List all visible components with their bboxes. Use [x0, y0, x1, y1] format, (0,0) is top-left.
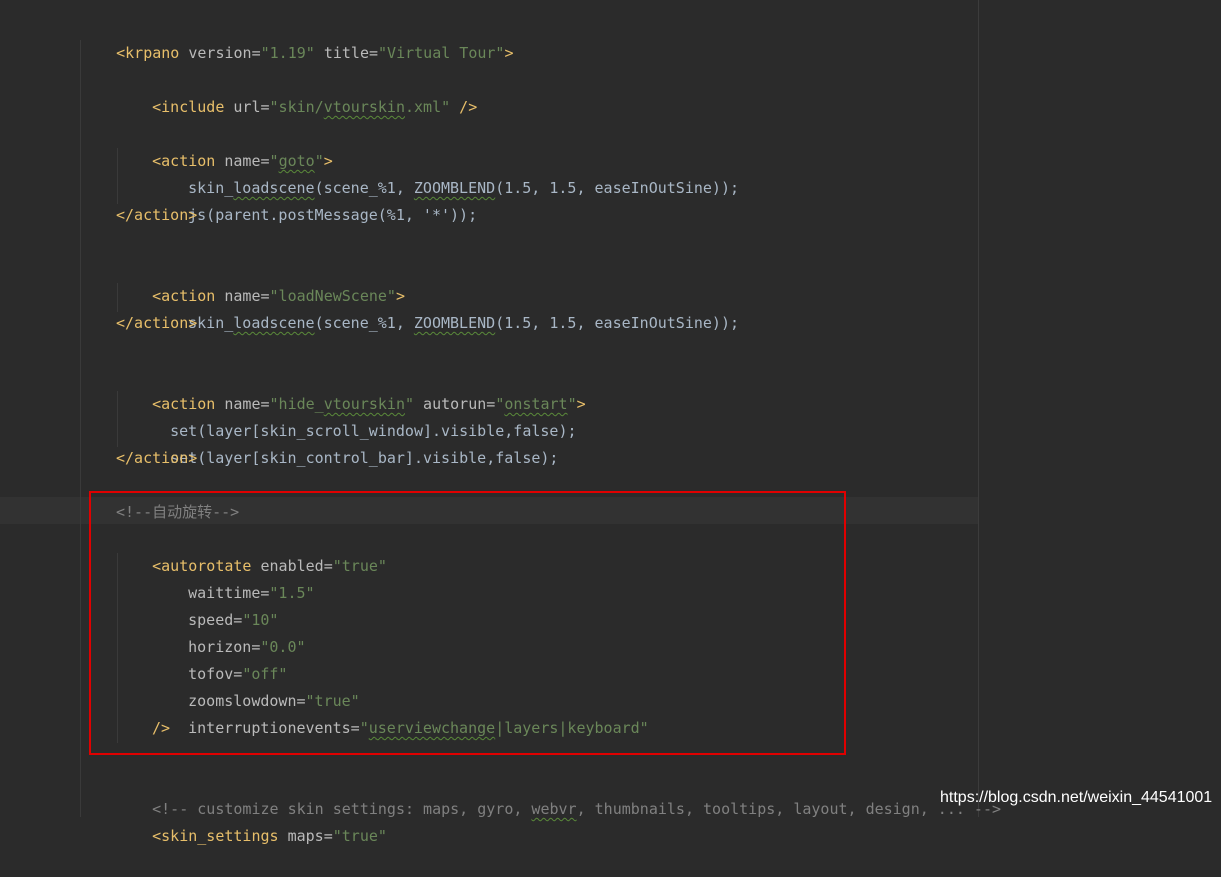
code-line-action-hide-vtourskin[interactable]: <action name="hide_vtourskin" autorun="o… [116, 364, 586, 413]
code-line-action-loadnewscene[interactable]: <action name="loadNewScene"> [116, 256, 405, 305]
code-line-set-scroll-window[interactable]: set(layer[skin_scroll_window].visible,fa… [134, 391, 576, 440]
code-line-horizon[interactable]: horizon="0.0" [152, 607, 305, 656]
code-line-autorotate-close[interactable]: /> [152, 715, 170, 742]
watermark: https://blog.csdn.net/weixin_44541001 [940, 789, 1213, 806]
code-line-comment-autorotate[interactable]: <!--自动旋转--> [116, 499, 239, 526]
code-line-action-close[interactable]: </action> [116, 202, 197, 229]
code-editor[interactable]: <krpano version="1.19" title="Virtual To… [0, 0, 1221, 845]
code-line-waittime[interactable]: waittime="1.5" [152, 553, 314, 602]
right-margin-guide [978, 0, 979, 817]
code-line-krpano[interactable]: <krpano version="1.19" title="Virtual To… [80, 13, 513, 62]
indent-guide [80, 40, 81, 817]
code-line-action-goto[interactable]: <action name="goto"> [116, 121, 333, 170]
code-line-skin-settings[interactable]: <skin_settings maps="true" [116, 796, 387, 845]
code-line-action-close[interactable]: </action> [116, 310, 197, 337]
code-line-zoomslowdown[interactable]: zoomslowdown="true" [152, 661, 360, 710]
code-line-include[interactable]: <include url="skin/vtourskin.xml" /> [116, 67, 477, 116]
code-line-action-close[interactable]: </action> [116, 445, 197, 472]
code-line-autorotate[interactable]: <autorotate enabled="true" [116, 526, 387, 575]
code-line-tofov[interactable]: tofov="off" [152, 634, 287, 683]
code-line-comment-skin-settings[interactable]: <!-- customize skin settings: maps, gyro… [116, 769, 1001, 818]
code-line-speed[interactable]: speed="10" [152, 580, 278, 629]
code-line-skin-loadscene[interactable]: skin_loadscene(scene_%1, ZOOMBLEND(1.5, … [152, 283, 739, 332]
code-line-interruptionevents[interactable]: interruptionevents="userviewchange|layer… [152, 688, 649, 737]
code-line-set-control-bar[interactable]: set(layer[skin_control_bar].visible,fals… [134, 418, 558, 467]
code-line-skin-loadscene[interactable]: skin_loadscene(scene_%1, ZOOMBLEND(1.5, … [152, 148, 739, 197]
code-line-js-postmessage[interactable]: js(parent.postMessage(%1, '*')); [152, 175, 477, 224]
